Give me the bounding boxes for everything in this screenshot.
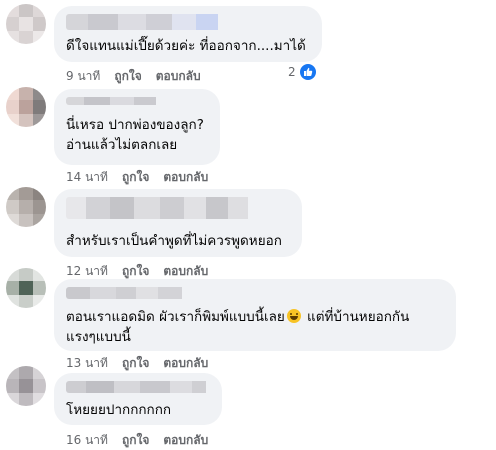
avatar[interactable] [6,187,46,227]
comment-bubble: ตอนเราแอดมิด ผัวเราก็พิมพ์แบบนี้เลย แต่ท… [54,279,456,351]
comment-bubble: โหยยยปากกกกกก [54,373,222,425]
comment-time[interactable]: 16 นาที [66,431,108,450]
avatar[interactable] [6,87,46,127]
reply-button[interactable]: ตอบกลับ [156,67,201,86]
comment-bubble: นี่เหรอ ปากพ่องของลูก? อ่านแล้วไม่ตลกเลย [54,89,220,165]
comment-time[interactable]: 13 นาที [66,354,108,373]
comment-time[interactable]: 9 นาที [66,67,100,86]
reply-button[interactable]: ตอบกลับ [163,168,208,187]
comment-text: ตอนเราแอดมิด ผัวเราก็พิมพ์แบบนี้เลย แต่ท… [66,309,410,345]
comment-actions: 14 นาที ถูกใจ ตอบกลับ [66,168,208,187]
author-name-blurred[interactable] [66,14,310,30]
avatar[interactable] [6,4,46,44]
reaction-summary[interactable]: 2 [288,64,316,80]
comment-text: นี่เหรอ ปากพ่องของลูก? อ่านแล้วไม่ตลกเลย [66,117,204,153]
avatar[interactable] [6,366,46,406]
grinning-sweat-emoji-icon [286,309,301,323]
author-name-blurred[interactable] [66,381,210,393]
comment-text: สำหรับเราเป็นคำพูดที่ไม่ควรพูดหยอก [66,233,282,249]
author-name-blurred[interactable] [66,97,208,105]
like-button[interactable]: ถูกใจ [122,431,149,450]
author-name-blurred[interactable] [66,197,290,219]
comment-text: โหยยยปากกกกกก [66,402,172,418]
author-name-blurred[interactable] [66,287,444,299]
comment-bubble: สำหรับเราเป็นคำพูดที่ไม่ควรพูดหยอก [54,189,302,257]
reply-button[interactable]: ตอบกลับ [163,354,208,373]
reaction-count: 2 [288,65,296,79]
comment-actions: 16 นาที ถูกใจ ตอบกลับ [66,431,208,450]
like-button[interactable]: ถูกใจ [122,168,149,187]
like-button[interactable]: ถูกใจ [114,67,141,86]
reply-button[interactable]: ตอบกลับ [163,431,208,450]
like-reaction-icon [299,64,316,80]
comment-text: ดีใจแทนแม่เปี๊ยด้วยค่ะ ที่ออกจาก....มาได… [66,38,306,54]
comment-actions: 13 นาที ถูกใจ ตอบกลับ [66,354,208,373]
like-button[interactable]: ถูกใจ [122,354,149,373]
comment-bubble: ดีใจแทนแม่เปี๊ยด้วยค่ะ ที่ออกจาก....มาได… [54,6,322,62]
comment-actions: 9 นาที ถูกใจ ตอบกลับ [66,67,201,86]
avatar[interactable] [6,268,46,308]
comment-time[interactable]: 14 นาที [66,168,108,187]
